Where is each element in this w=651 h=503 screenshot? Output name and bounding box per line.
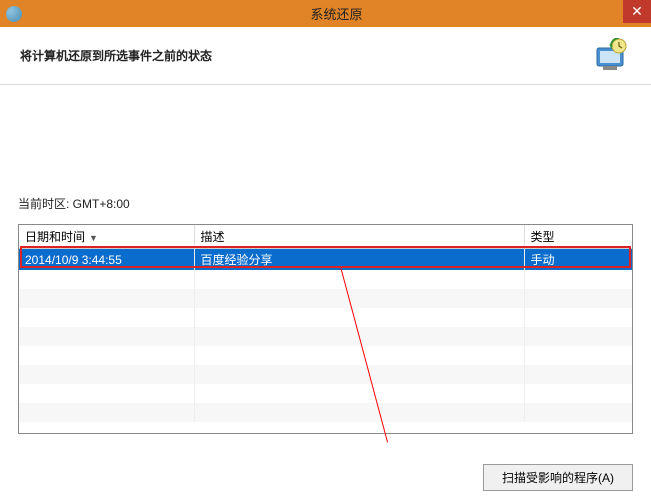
table-row[interactable]	[19, 403, 632, 422]
table-row[interactable]	[19, 365, 632, 384]
column-header-type[interactable]: 类型	[524, 225, 632, 249]
cell-description: 百度经验分享	[194, 249, 524, 271]
page-subtitle: 将计算机还原到所选事件之前的状态	[20, 47, 212, 64]
table-row[interactable]	[19, 270, 632, 289]
column-header-description[interactable]: 描述	[194, 225, 524, 249]
table-row[interactable]	[19, 384, 632, 403]
content-area: 当前时区: GMT+8:00 日期和时间▼ 描述 类型 2014/10/9 3:…	[0, 195, 651, 434]
header: 将计算机还原到所选事件之前的状态	[0, 27, 651, 85]
restore-points-table[interactable]: 日期和时间▼ 描述 类型 2014/10/9 3:44:55 百度经验分享 手动	[18, 224, 633, 434]
close-button[interactable]: ✕	[623, 0, 651, 23]
column-header-datetime[interactable]: 日期和时间▼	[19, 225, 194, 249]
timezone-label: 当前时区: GMT+8:00	[18, 195, 633, 212]
app-icon	[6, 6, 22, 22]
footer: 扫描受影响的程序(A)	[483, 464, 633, 491]
cell-type: 手动	[524, 249, 632, 271]
table-row[interactable]	[19, 346, 632, 365]
window-title: 系统还原	[22, 4, 651, 23]
table-row[interactable]	[19, 308, 632, 327]
table-header-row: 日期和时间▼ 描述 类型	[19, 225, 632, 249]
sort-desc-icon: ▼	[89, 233, 98, 243]
titlebar: 系统还原 ✕	[0, 0, 651, 27]
table-row[interactable]: 2014/10/9 3:44:55 百度经验分享 手动	[19, 249, 632, 271]
system-restore-icon	[589, 38, 631, 74]
table-row[interactable]	[19, 327, 632, 346]
scan-affected-programs-button[interactable]: 扫描受影响的程序(A)	[483, 464, 633, 491]
table-row[interactable]	[19, 289, 632, 308]
cell-datetime: 2014/10/9 3:44:55	[19, 249, 194, 271]
